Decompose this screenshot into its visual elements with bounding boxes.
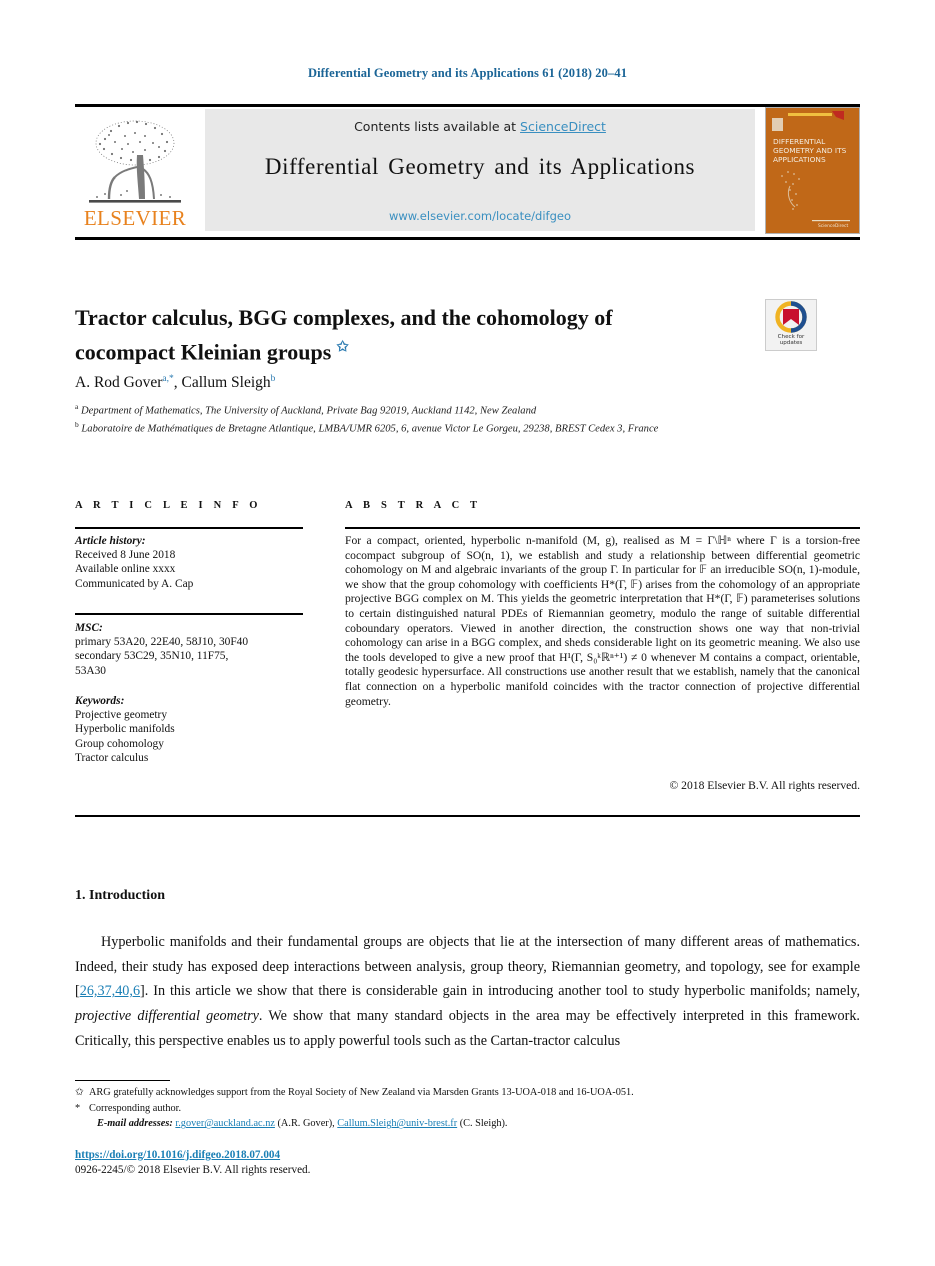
crossmark-badge[interactable]: Check for updates [765,299,817,351]
contents-lists-line: Contents lists available at ScienceDirec… [205,119,755,134]
svg-text:DIFFERENTIAL: DIFFERENTIAL [773,137,826,146]
email-addresses-label: E-mail addresses: [97,1118,173,1130]
footnote-emails: E-mail addresses: r.gover@auckland.ac.nz… [75,1116,860,1132]
abstract-heading: A B S T R A C T [345,500,482,511]
keyword-item[interactable]: Projective geometry [75,708,320,722]
abstract-divider-bottom [75,815,860,818]
sciencedirect-band: Contents lists available at ScienceDirec… [205,109,755,231]
footnote-corresponding: * Corresponding author. [75,1101,860,1117]
affiliation-b-mark: b [75,420,79,430]
info-divider-top [75,527,303,529]
abstract-copyright: © 2018 Elsevier B.V. All rights reserved… [669,779,860,792]
msc-item: secondary 53C29, 35N10, 11F75, [75,650,229,663]
footnote-marker-asterisk: * [75,1102,81,1114]
footnote-funding-text: ARG gratefully acknowledges support from… [89,1087,634,1098]
author-1-marks[interactable]: a,* [162,374,173,384]
doi-link[interactable]: https://doi.org/10.1016/j.difgeo.2018.07… [75,1149,280,1161]
journal-cover-thumbnail: DIFFERENTIAL GEOMETRY AND ITS APPLICATIO… [765,107,860,234]
svg-text:GEOMETRY AND ITS: GEOMETRY AND ITS [773,146,847,155]
journal-masthead: ELSEVIER Contents lists available at Sci… [75,107,860,235]
article-title-text: Tractor calculus, BGG complexes, and the… [75,304,613,365]
article-history-item: Available online xxxx [75,563,176,576]
article-history-label: Article history: [75,535,146,547]
journal-homepage-link[interactable]: www.elsevier.com/locate/difgeo [205,209,755,223]
contents-lists-label: Contents lists available at [354,119,521,134]
elsevier-tree-logo: ELSEVIER [75,109,195,233]
running-head: Differential Geometry and its Applicatio… [307,66,628,80]
affiliation-a-mark: a [75,402,79,411]
article-info-heading: A R T I C L E I N F O [75,500,262,511]
introduction-paragraph: Hyperbolic manifolds and their fundament… [75,930,860,1053]
journal-title: Differential Geometry and its Applicatio… [264,154,696,179]
email-link-gover[interactable]: r.gover@auckland.ac.nz [175,1118,275,1129]
affiliation-b-text: Laboratoire de Mathématiques de Bretagne… [81,423,659,435]
email-link-sleigh[interactable]: Callum.Sleigh@univ-brest.fr [337,1118,457,1129]
affiliation-a-text: Department of Mathematics, The Universit… [81,405,537,417]
email-owner-gover: (A.R. Gover), [277,1118,335,1130]
crossmark-line-1: Check for [777,333,805,340]
citation-link[interactable]: 26,37,40,6 [80,983,140,999]
svg-text:APPLICATIONS: APPLICATIONS [773,155,826,164]
footnote-rule [75,1080,170,1082]
footnote-block: ✩ ARG gratefully acknowledges support fro… [75,1085,860,1132]
doi-block: https://doi.org/10.1016/j.difgeo.2018.07… [75,1148,310,1178]
keywords-label: Keywords: [75,695,125,707]
info-divider-middle [75,613,303,615]
author-list: A. Rod Govera,*, Callum Sleighb [75,374,695,392]
title-footnote-marker[interactable]: ✩ [337,340,349,355]
msc-block: MSC: primary 53A20, 22E40, 58J10, 30F40 … [75,621,320,678]
svg-text:ScienceDirect: ScienceDirect [818,223,848,229]
msc-item: primary 53A20, 22E40, 58J10, 30F40 [75,636,249,649]
journal-article-page: Differential Geometry and its Applicatio… [0,0,935,1266]
issn-copyright-line: 0926-2245/© 2018 Elsevier B.V. All right… [75,1164,311,1176]
svg-text:ELSEVIER: ELSEVIER [84,206,186,230]
section-heading-introduction: 1. Introduction [75,887,165,903]
author-2-name[interactable]: , Callum Sleigh [174,374,271,391]
crossmark-label: Check for updates [766,334,816,347]
masthead-bottom-rule [75,237,860,240]
crossmark-line-2: updates [779,340,803,347]
affiliation-a: a Department of Mathematics, The Univers… [75,400,775,418]
keyword-item[interactable]: Tractor calculus [75,751,320,765]
footnote-corresponding-text: Corresponding author. [89,1102,182,1114]
abstract-text: For a compact, oriented, hyperbolic n-ma… [345,534,860,708]
article-history-block: Article history: Received 8 June 2018 Av… [75,534,320,591]
footnote-marker-star: ✩ [75,1087,84,1098]
affiliation-list: a Department of Mathematics, The Univers… [75,400,775,436]
article-history-item: Received 8 June 2018 [75,549,176,562]
keyword-item[interactable]: Group cohomology [75,737,320,751]
author-1-name[interactable]: A. Rod Gover [75,374,162,391]
msc-label: MSC: [75,622,103,634]
author-2-marks[interactable]: b [271,374,276,384]
crossmark-check-for-updates-icon [775,301,807,333]
sciencedirect-link[interactable]: ScienceDirect [520,119,606,134]
keyword-item[interactable]: Hyperbolic manifolds [75,722,320,736]
email-owner-sleigh: (C. Sleigh). [459,1118,508,1130]
abstract-divider-top [345,527,860,529]
page-title: Tractor calculus, BGG complexes, and the… [75,303,695,367]
footnote-funding: ✩ ARG gratefully acknowledges support fro… [75,1085,860,1101]
intro-text-part-2: ]. In this article we show that there is… [140,983,860,1000]
affiliation-b: b Laboratoire de Mathématiques de Bretag… [75,418,775,436]
msc-item: 53A30 [75,664,107,677]
keywords-block: Keywords: Projective geometry Hyperbolic… [75,694,320,765]
article-history-item: Communicated by A. Cap [75,577,194,590]
intro-emphasis: projective differential geometry [75,1007,259,1024]
